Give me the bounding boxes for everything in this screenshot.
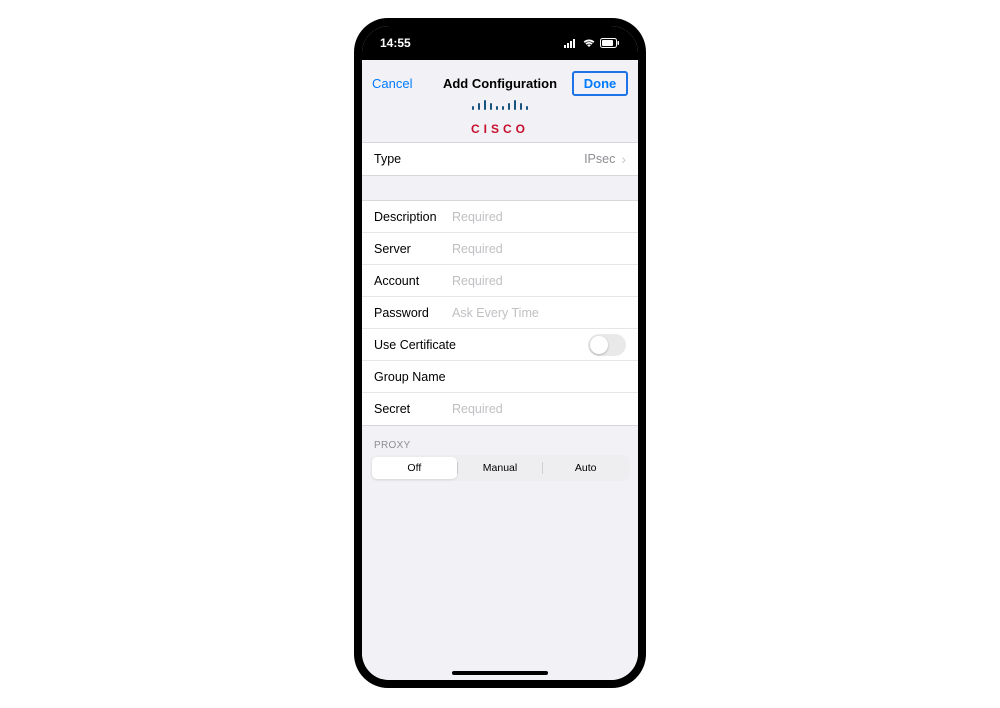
type-group: Type IPsec ›: [362, 142, 638, 176]
description-label: Description: [374, 210, 452, 224]
type-label: Type: [374, 152, 584, 166]
certificate-toggle[interactable]: [588, 334, 626, 356]
spacer: [362, 176, 638, 200]
proxy-option-auto[interactable]: Auto: [543, 457, 628, 479]
signal-icon: [564, 38, 578, 48]
secret-label: Secret: [374, 402, 452, 416]
proxy-header: Proxy: [362, 426, 638, 455]
modal-sheet: Cancel Add Configuration Done: [362, 60, 638, 680]
home-indicator[interactable]: [452, 671, 548, 675]
proxy-option-off[interactable]: Off: [372, 457, 457, 479]
fields-group: Description Server Account Password Use …: [362, 200, 638, 426]
phone-frame: 14:55 Cancel Add Configuration Done: [354, 18, 646, 688]
chevron-right-icon: ›: [621, 151, 626, 167]
status-right: [564, 38, 620, 48]
cancel-button[interactable]: Cancel: [372, 76, 428, 91]
description-input[interactable]: [452, 210, 626, 224]
group-input[interactable]: [452, 370, 626, 384]
secret-row: Secret: [362, 393, 638, 425]
server-row: Server: [362, 233, 638, 265]
cisco-logo-text: CISCO: [362, 122, 638, 136]
battery-icon: [600, 38, 620, 48]
type-row[interactable]: Type IPsec ›: [362, 143, 638, 175]
password-row: Password: [362, 297, 638, 329]
secret-input[interactable]: [452, 402, 626, 416]
status-bar: 14:55: [362, 26, 638, 60]
server-label: Server: [374, 242, 452, 256]
description-row: Description: [362, 201, 638, 233]
screen: 14:55 Cancel Add Configuration Done: [362, 26, 638, 680]
group-label: Group Name: [374, 370, 452, 384]
proxy-segmented-control[interactable]: Off Manual Auto: [370, 455, 630, 481]
password-input[interactable]: [452, 306, 626, 320]
wifi-icon: [582, 38, 596, 48]
password-label: Password: [374, 306, 452, 320]
account-input[interactable]: [452, 274, 626, 288]
nav-bar: Cancel Add Configuration Done: [362, 60, 638, 96]
page-title: Add Configuration: [443, 76, 557, 91]
certificate-row: Use Certificate: [362, 329, 638, 361]
account-label: Account: [374, 274, 452, 288]
cisco-logo: CISCO: [362, 96, 638, 142]
proxy-option-manual[interactable]: Manual: [458, 457, 543, 479]
type-value: IPsec: [584, 152, 619, 166]
status-time: 14:55: [380, 36, 411, 50]
certificate-label: Use Certificate: [374, 338, 588, 352]
done-button[interactable]: Done: [572, 71, 628, 96]
account-row: Account: [362, 265, 638, 297]
group-row: Group Name: [362, 361, 638, 393]
server-input[interactable]: [452, 242, 626, 256]
